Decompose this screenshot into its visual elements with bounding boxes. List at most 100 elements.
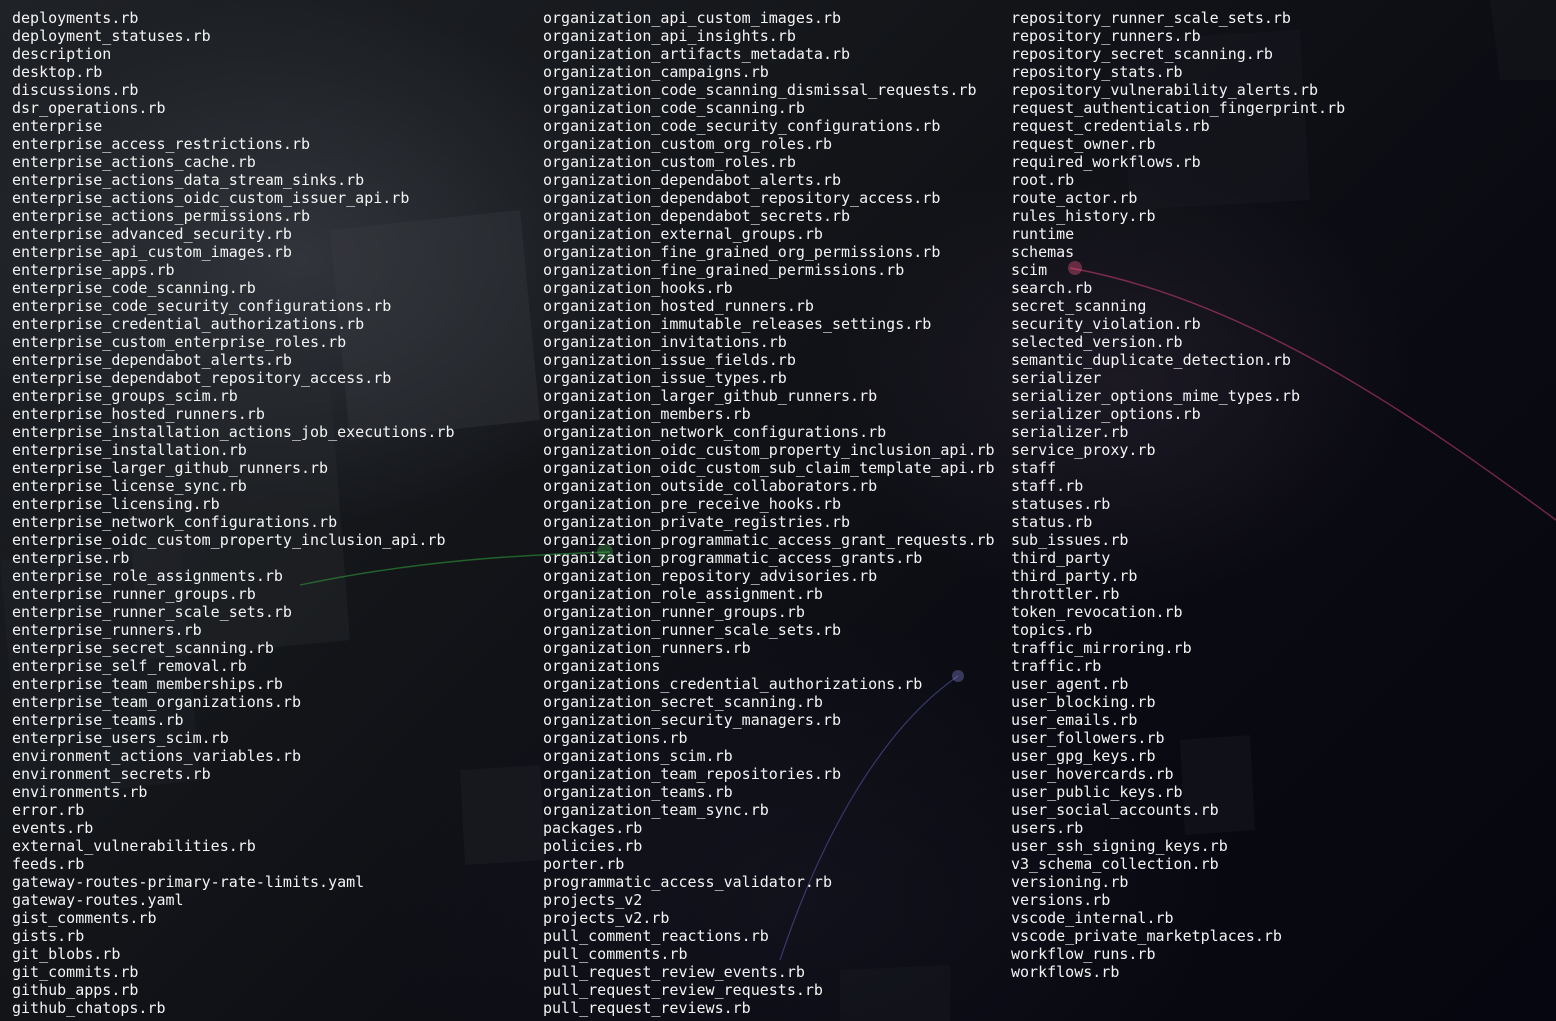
file-entry: enterprise_code_security_configurations.… <box>12 297 392 315</box>
file-entry: secret_scanning <box>1011 297 1147 315</box>
file-entry: organization_api_custom_images.rb <box>543 9 842 27</box>
file-entry: workflow_runs.rb <box>1011 945 1156 963</box>
file-entry: enterprise_dependabot_alerts.rb <box>12 351 292 369</box>
file-entry: organizations.rb <box>543 729 688 747</box>
file-entry: gist_comments.rb <box>12 909 157 927</box>
file-entry: workflows.rb <box>1011 963 1120 981</box>
file-entry: serializer_options_mime_types.rb <box>1011 387 1300 405</box>
file-entry: user_agent.rb <box>1011 675 1129 693</box>
file-entry: repository_secret_scanning.rb <box>1011 45 1273 63</box>
file-entry: versioning.rb <box>1011 873 1129 891</box>
file-entry: organization_repository_advisories.rb <box>543 567 878 585</box>
file-entry: enterprise_installation.rb <box>12 441 247 459</box>
file-entry: organization_fine_grained_org_permission… <box>543 243 941 261</box>
listing-column-1: deployments.rb deployment_statuses.rb desc… <box>12 9 455 1017</box>
file-entry: scim <box>1011 261 1048 279</box>
file-entry: traffic.rb <box>1011 657 1102 675</box>
file-entry: organization_programmatic_access_grant_r… <box>543 531 995 549</box>
file-entry: organization_team_repositories.rb <box>543 765 842 783</box>
file-entry: programmatic_access_validator.rb <box>543 873 832 891</box>
file-entry: environments.rb <box>12 783 148 801</box>
file-entry: schemas <box>1011 243 1075 261</box>
file-entry: enterprise_dependabot_repository_access.… <box>12 369 392 387</box>
file-entry: enterprise_license_sync.rb <box>12 477 247 495</box>
file-entry: enterprise <box>12 117 103 135</box>
file-entry: user_blocking.rb <box>1011 693 1156 711</box>
file-entry: third_party.rb <box>1011 567 1138 585</box>
directory-listing: deployments.rb deployment_statuses.rb desc… <box>12 9 1556 1021</box>
file-entry: organization_dependabot_alerts.rb <box>543 171 842 189</box>
file-entry: organization_hooks.rb <box>543 279 733 297</box>
file-entry: organization_members.rb <box>543 405 751 423</box>
file-entry: enterprise_apps.rb <box>12 261 175 279</box>
file-entry: semantic_duplicate_detection.rb <box>1011 351 1291 369</box>
file-entry: organization_programmatic_access_grants.… <box>543 549 923 567</box>
file-entry: organization_pre_receive_hooks.rb <box>543 495 842 513</box>
file-entry: organization_immutable_releases_settings… <box>543 315 932 333</box>
file-entry: security_violation.rb <box>1011 315 1201 333</box>
file-entry: user_hovercards.rb <box>1011 765 1174 783</box>
file-entry: github_apps.rb <box>12 981 139 999</box>
file-entry: organization_role_assignment.rb <box>543 585 823 603</box>
file-entry: organization_invitations.rb <box>543 333 787 351</box>
file-entry: organization_larger_github_runners.rb <box>543 387 878 405</box>
file-entry: git_commits.rb <box>12 963 139 981</box>
file-entry: organization_issue_fields.rb <box>543 351 796 369</box>
file-entry: dsr_operations.rb <box>12 99 166 117</box>
file-entry: organization_oidc_custom_property_inclus… <box>543 441 995 459</box>
file-entry: enterprise_actions_data_stream_sinks.rb <box>12 171 365 189</box>
file-entry: enterprise_advanced_security.rb <box>12 225 292 243</box>
file-entry: vscode_private_marketplaces.rb <box>1011 927 1282 945</box>
file-entry: environment_secrets.rb <box>12 765 211 783</box>
file-entry: desktop.rb <box>12 63 103 81</box>
file-entry: topics.rb <box>1011 621 1093 639</box>
file-entry: enterprise_access_restrictions.rb <box>12 135 311 153</box>
file-entry: enterprise_runner_scale_sets.rb <box>12 603 292 621</box>
file-entry: enterprise_code_scanning.rb <box>12 279 256 297</box>
file-entry: organization_outside_collaborators.rb <box>543 477 878 495</box>
file-entry: organizations_scim.rb <box>543 747 733 765</box>
file-entry: serializer.rb <box>1011 423 1129 441</box>
file-entry: organization_teams.rb <box>543 783 733 801</box>
file-entry: statuses.rb <box>1011 495 1111 513</box>
file-entry: gateway-routes-primary-rate-limits.yaml <box>12 873 365 891</box>
file-entry: organization_fine_grained_permissions.rb <box>543 261 905 279</box>
file-entry: enterprise_network_configurations.rb <box>12 513 338 531</box>
file-entry: pull_request_review_events.rb <box>543 963 805 981</box>
file-entry: enterprise.rb <box>12 549 130 567</box>
file-entry: staff.rb <box>1011 477 1084 495</box>
file-entry: git_blobs.rb <box>12 945 121 963</box>
file-entry: organization_private_registries.rb <box>543 513 851 531</box>
file-entry: enterprise_secret_scanning.rb <box>12 639 274 657</box>
file-entry: repository_stats.rb <box>1011 63 1183 81</box>
file-entry: organization_custom_roles.rb <box>543 153 796 171</box>
file-entry: organization_runners.rb <box>543 639 751 657</box>
file-entry: v3_schema_collection.rb <box>1011 855 1219 873</box>
file-entry: enterprise_groups_scim.rb <box>12 387 238 405</box>
file-entry: deployment_statuses.rb <box>12 27 211 45</box>
file-entry: error.rb <box>12 801 85 819</box>
file-entry: enterprise_teams.rb <box>12 711 184 729</box>
file-entry: user_ssh_signing_keys.rb <box>1011 837 1228 855</box>
file-entry: enterprise_users_scim.rb <box>12 729 229 747</box>
file-entry: organization_secret_scanning.rb <box>543 693 823 711</box>
file-entry: enterprise_licensing.rb <box>12 495 220 513</box>
file-entry: events.rb <box>12 819 94 837</box>
file-entry: organization_runner_groups.rb <box>543 603 805 621</box>
file-entry: deployments.rb <box>12 9 139 27</box>
file-entry: enterprise_credential_authorizations.rb <box>12 315 365 333</box>
file-entry: organization_custom_org_roles.rb <box>543 135 832 153</box>
file-entry: root.rb <box>1011 171 1075 189</box>
file-entry: enterprise_hosted_runners.rb <box>12 405 265 423</box>
file-entry: enterprise_larger_github_runners.rb <box>12 459 329 477</box>
file-entry: organization_code_security_configuration… <box>543 117 941 135</box>
file-entry: status.rb <box>1011 513 1093 531</box>
terminal-window[interactable]: deployments.rb deployment_statuses.rb desc… <box>0 0 1556 1021</box>
file-entry: pull_request_reviews.rb <box>543 999 751 1017</box>
file-entry: projects_v2.rb <box>543 909 670 927</box>
file-entry: github_chatops.rb <box>12 999 166 1017</box>
file-entry: organizations <box>543 657 661 675</box>
file-entry: enterprise_team_organizations.rb <box>12 693 301 711</box>
file-entry: service_proxy.rb <box>1011 441 1156 459</box>
file-entry: selected_version.rb <box>1011 333 1183 351</box>
